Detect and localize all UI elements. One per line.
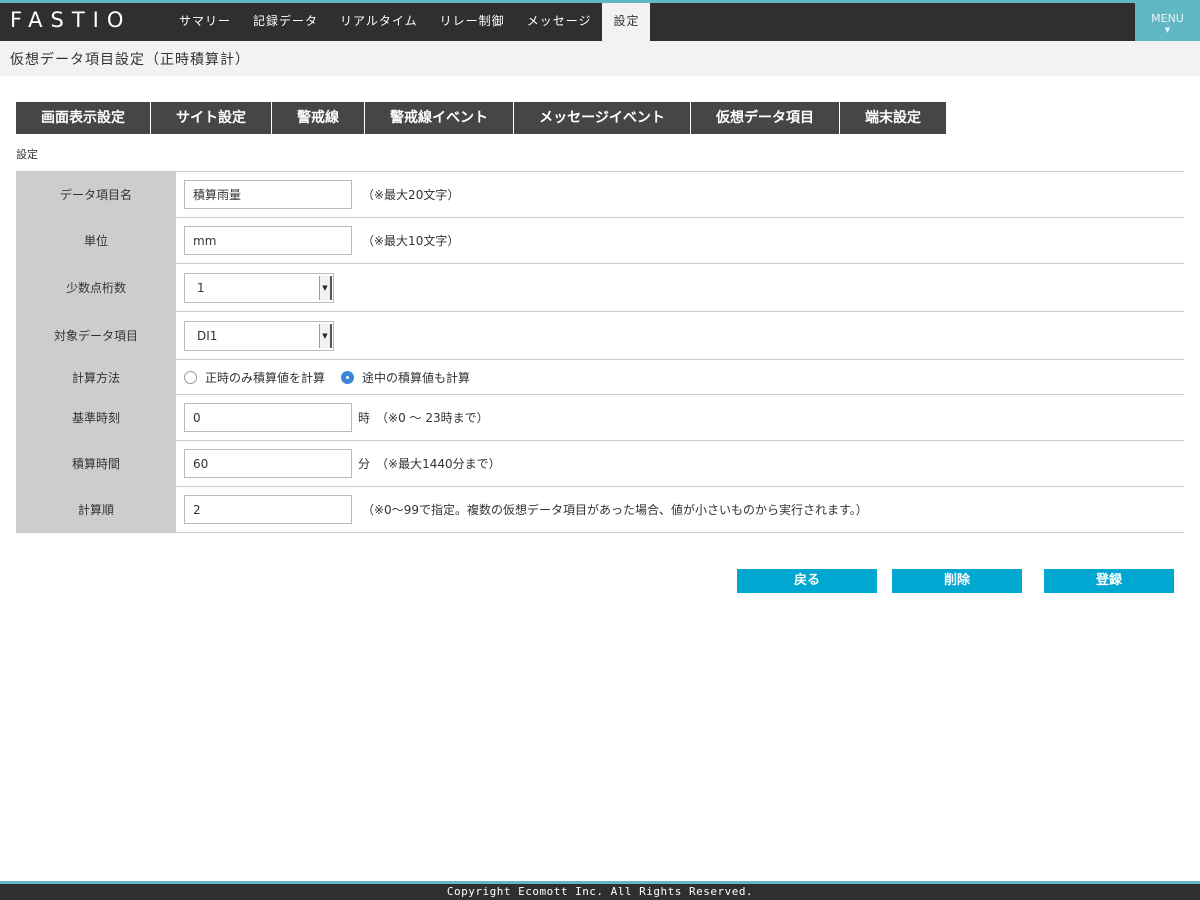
nav-item-records[interactable]: 記録データ	[242, 3, 329, 41]
tab-warning-line[interactable]: 警戒線	[272, 102, 364, 134]
decimals-select[interactable]: 1 ▼	[184, 272, 334, 303]
chevron-down-icon: ▼	[319, 275, 332, 300]
nav-item-summary[interactable]: サマリー	[168, 3, 242, 41]
item-name-note: （※最大20文字）	[362, 188, 460, 202]
target-selected-value: DI1	[197, 328, 218, 343]
method-radio-group: 正時のみ積算値を計算 途中の積算値も計算	[184, 369, 486, 386]
method-field-cell: 正時のみ積算値を計算 途中の積算値も計算	[176, 360, 1184, 394]
method-label: 計算方法	[16, 360, 176, 394]
form-row-method: 計算方法 正時のみ積算値を計算 途中の積算値も計算	[16, 360, 1184, 395]
menu-label: MENU	[1151, 12, 1184, 25]
method-option-hourly-only[interactable]: 正時のみ積算値を計算	[184, 369, 325, 386]
register-button[interactable]: 登録	[1044, 569, 1174, 593]
main-nav: サマリー 記録データ リアルタイム リレー制御 メッセージ 設定	[168, 3, 651, 41]
settings-tabs: 画面表示設定 サイト設定 警戒線 警戒線イベント メッセージイベント 仮想データ…	[16, 102, 947, 134]
form-row-duration: 積算時間 分 （※最大1440分まで）	[16, 441, 1184, 487]
method-option-label: 正時のみ積算値を計算	[205, 370, 326, 385]
form-row-base-time: 基準時刻 時 （※0 ～ 23時まで）	[16, 395, 1184, 441]
tab-site-settings[interactable]: サイト設定	[151, 102, 271, 134]
tab-display-settings[interactable]: 画面表示設定	[16, 102, 150, 134]
item-name-label: データ項目名	[16, 172, 176, 217]
form-row-target: 対象データ項目 DI1 ▼	[16, 312, 1184, 360]
target-field-cell: DI1 ▼	[176, 312, 1184, 359]
fastio-logo[interactable]: FASTIO	[10, 8, 131, 32]
base-time-note: （※0 ～ 23時まで）	[376, 411, 489, 425]
delete-button[interactable]: 削除	[892, 569, 1022, 593]
duration-field-cell: 分 （※最大1440分まで）	[176, 441, 1184, 486]
base-time-label: 基準時刻	[16, 395, 176, 440]
section-label: 設定	[16, 148, 38, 161]
back-button[interactable]: 戻る	[737, 569, 877, 593]
target-label: 対象データ項目	[16, 312, 176, 359]
unit-label: 単位	[16, 218, 176, 263]
order-field-cell: （※0～99で指定。複数の仮想データ項目があった場合、値が小さいものから実行され…	[176, 487, 1184, 532]
unit-note: （※最大10文字）	[362, 234, 460, 248]
nav-item-settings[interactable]: 設定	[602, 3, 651, 41]
order-input[interactable]	[184, 495, 352, 524]
base-time-input[interactable]	[184, 403, 352, 432]
footer-copyright: Copyright Ecomott Inc. All Rights Reserv…	[0, 881, 1200, 900]
tab-terminal-settings[interactable]: 端末設定	[840, 102, 946, 134]
nav-item-relay-control[interactable]: リレー制御	[429, 3, 516, 41]
nav-item-messages[interactable]: メッセージ	[516, 3, 603, 41]
base-time-field-cell: 時 （※0 ～ 23時まで）	[176, 395, 1184, 440]
top-navigation-bar: FASTIO サマリー 記録データ リアルタイム リレー制御 メッセージ 設定 …	[0, 0, 1200, 44]
settings-form: データ項目名 （※最大20文字） 単位 （※最大10文字） 少数点桁数 1 ▼ …	[16, 171, 1184, 533]
decimals-selected-value: 1	[197, 280, 205, 295]
tab-warning-line-event[interactable]: 警戒線イベント	[365, 102, 513, 134]
page-title: 仮想データ項目設定（正時積算計）	[10, 52, 250, 68]
duration-note: （※最大1440分まで）	[376, 457, 501, 471]
form-row-unit: 単位 （※最大10文字）	[16, 218, 1184, 264]
tab-message-event[interactable]: メッセージイベント	[514, 102, 690, 134]
decimals-field-cell: 1 ▼	[176, 264, 1184, 311]
duration-label: 積算時間	[16, 441, 176, 486]
unit-field-cell: （※最大10文字）	[176, 218, 1184, 263]
order-label: 計算順	[16, 487, 176, 532]
form-row-decimals: 少数点桁数 1 ▼	[16, 264, 1184, 312]
method-option-label: 途中の積算値も計算	[362, 370, 471, 385]
order-note: （※0～99で指定。複数の仮想データ項目があった場合、値が小さいものから実行され…	[362, 503, 868, 517]
base-time-suffix: 時	[358, 411, 371, 425]
decimals-label: 少数点桁数	[16, 264, 176, 311]
page-title-bar: 仮想データ項目設定（正時積算計）	[0, 41, 1200, 76]
chevron-down-icon: ▼	[319, 323, 332, 348]
item-name-input[interactable]	[184, 180, 352, 209]
item-name-field-cell: （※最大20文字）	[176, 172, 1184, 217]
method-option-intermediate[interactable]: 途中の積算値も計算	[341, 369, 470, 386]
duration-input[interactable]	[184, 449, 352, 478]
form-row-item-name: データ項目名 （※最大20文字）	[16, 172, 1184, 218]
unit-input[interactable]	[184, 226, 352, 255]
tab-virtual-data-item[interactable]: 仮想データ項目	[691, 102, 839, 134]
menu-button[interactable]: MENU ▼	[1135, 0, 1200, 44]
radio-checked-icon	[341, 370, 355, 384]
caret-down-icon: ▼	[1164, 26, 1171, 34]
radio-unchecked-icon	[184, 370, 197, 384]
nav-item-realtime[interactable]: リアルタイム	[329, 3, 429, 41]
duration-suffix: 分	[358, 457, 371, 471]
form-row-order: 計算順 （※0～99で指定。複数の仮想データ項目があった場合、値が小さいものから…	[16, 487, 1184, 533]
target-select[interactable]: DI1 ▼	[184, 320, 334, 351]
